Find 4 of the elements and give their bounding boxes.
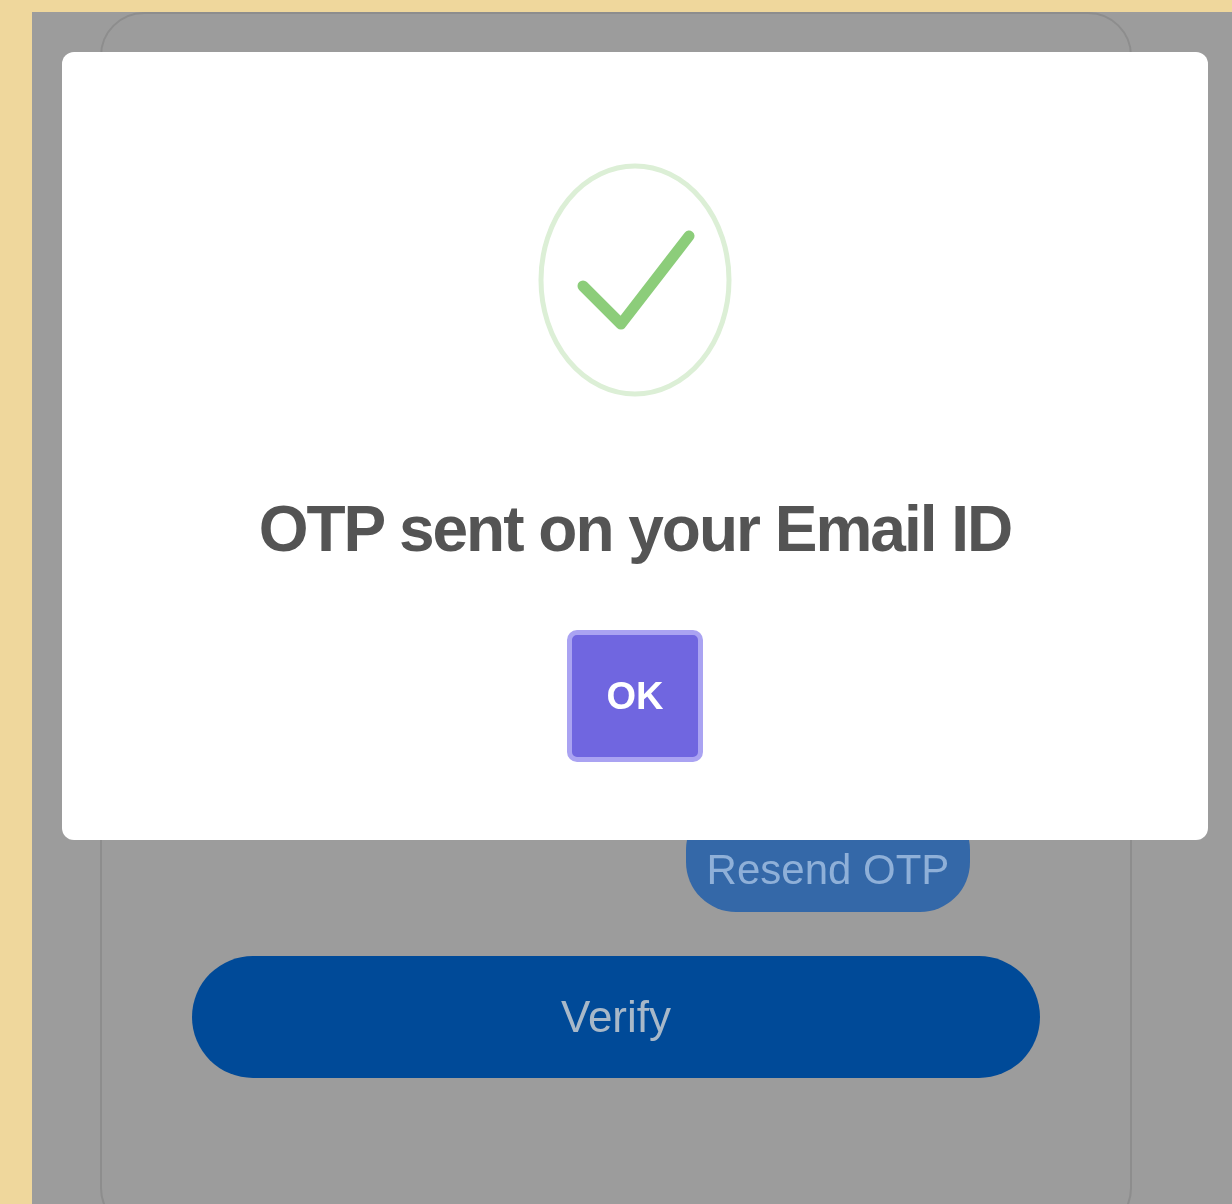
dialog-title: OTP sent on your Email ID — [258, 494, 1012, 565]
verify-button[interactable]: Verify — [192, 956, 1040, 1078]
ok-button[interactable]: OK — [567, 630, 703, 763]
success-check-icon — [537, 162, 733, 398]
